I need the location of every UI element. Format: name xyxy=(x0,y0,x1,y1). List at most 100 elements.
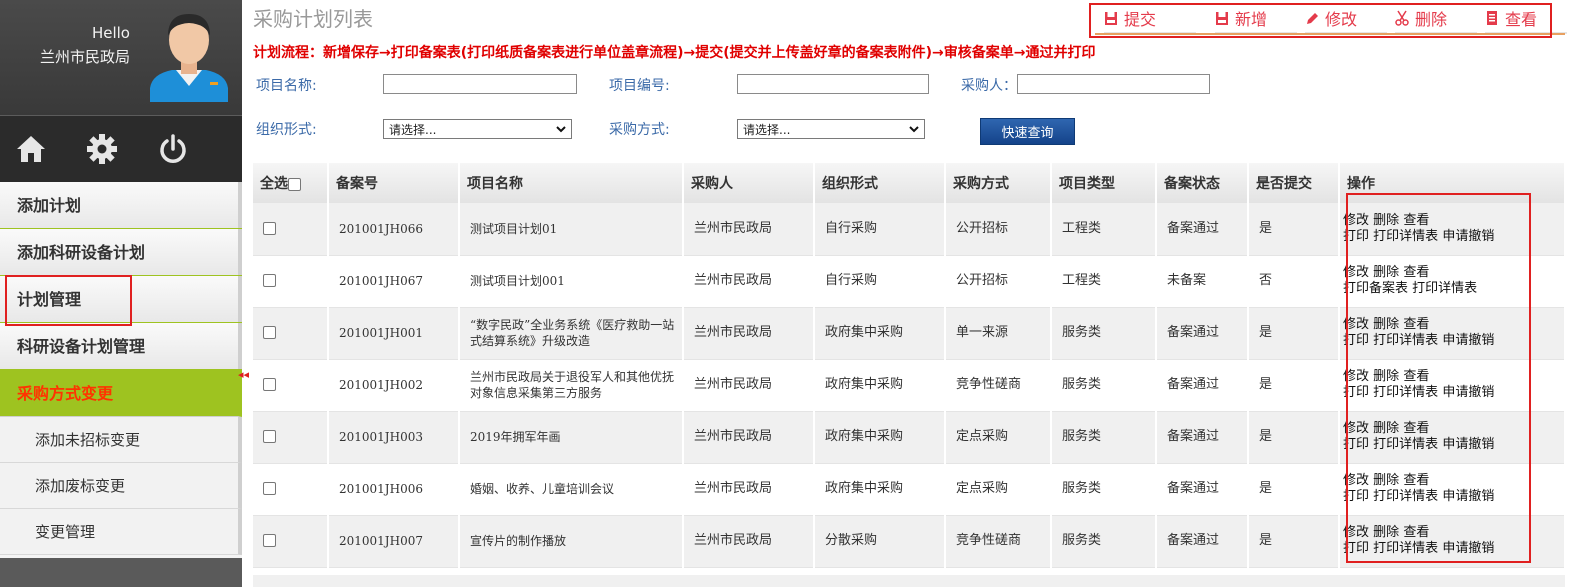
op-link[interactable]: 修改 xyxy=(1343,265,1369,280)
op-link[interactable]: 查看 xyxy=(1403,213,1429,228)
op-link[interactable]: 打印 xyxy=(1343,229,1369,244)
op-link[interactable]: 打印详情表 xyxy=(1373,385,1438,400)
op-link[interactable]: 打印详情表 xyxy=(1373,333,1438,348)
row-checkbox[interactable] xyxy=(263,430,276,443)
org-form-select[interactable]: 请选择... xyxy=(383,119,572,139)
sidebar-item-purchase-method-change[interactable]: 采购方式变更 xyxy=(0,370,242,417)
cell-submitted: 否 xyxy=(1248,255,1340,308)
settings-button[interactable] xyxy=(84,131,120,167)
sidebar: Hello 兰州市民政局 添加计划 添加科研设备计划 计划管理 科研设备计划管理… xyxy=(0,0,242,587)
op-link[interactable]: 修改 xyxy=(1343,369,1369,384)
header-purchase-method: 采购方式 xyxy=(945,163,1052,203)
op-link[interactable]: 删除 xyxy=(1373,317,1399,332)
sidebar-subitem-change-management[interactable]: 变更管理 xyxy=(0,509,242,555)
cell-purchase-method: 公开招标 xyxy=(945,255,1052,308)
sidebar-item-add-research-plan[interactable]: 添加科研设备计划 xyxy=(0,229,242,276)
op-link[interactable]: 修改 xyxy=(1343,213,1369,228)
cell-org-form: 政府集中采购 xyxy=(814,411,946,464)
purchase-method-select[interactable]: 请选择... xyxy=(737,119,925,139)
op-link[interactable]: 删除 xyxy=(1373,473,1399,488)
home-button[interactable] xyxy=(13,131,49,167)
op-link[interactable]: 申请撤销 xyxy=(1442,385,1494,400)
op-link[interactable]: 打印详情表 xyxy=(1373,437,1438,452)
table-next-row-partial xyxy=(253,575,1565,587)
cell-project-name: “数字民政”全业务系统《医疗救助一站式结算系统》升级改造 xyxy=(459,307,684,360)
op-link[interactable]: 打印 xyxy=(1343,385,1369,400)
edit-button[interactable]: 修改 xyxy=(1305,4,1387,34)
ops-line-2: 打印 打印详情表 申请撤销 xyxy=(1343,333,1564,349)
cell-org-form: 自行采购 xyxy=(814,203,946,256)
op-link[interactable]: 修改 xyxy=(1343,317,1369,332)
cell-submitted: 是 xyxy=(1248,359,1340,412)
op-link[interactable]: 查看 xyxy=(1403,473,1429,488)
cell-project-name: 测试项目计划001 xyxy=(459,255,684,308)
save-icon xyxy=(1105,12,1117,25)
op-link[interactable]: 申请撤销 xyxy=(1442,489,1494,504)
cell-project-name: 宣传片的制作播放 xyxy=(459,515,684,568)
quick-query-button[interactable]: 快速查询 xyxy=(980,118,1075,145)
op-link[interactable]: 删除 xyxy=(1373,369,1399,384)
add-button[interactable]: 新增 xyxy=(1215,4,1297,34)
sidebar-subitem-add-unbid-change[interactable]: 添加未招标变更 xyxy=(0,417,242,463)
logout-button[interactable] xyxy=(155,131,191,167)
op-link[interactable]: 申请撤销 xyxy=(1442,229,1494,244)
op-link[interactable]: 申请撤销 xyxy=(1442,333,1494,348)
submit-button[interactable]: 提交 xyxy=(1104,4,1196,34)
op-link[interactable]: 申请撤销 xyxy=(1442,541,1494,556)
cell-org-form: 自行采购 xyxy=(814,255,946,308)
main-content: 采购计划列表 提交 新增 修改 删除 查看 计划流程：新增保存→打印备案表(打印… xyxy=(249,0,1591,587)
cell-operations: 修改 删除 查看 打印备案表 打印详情表 xyxy=(1339,255,1566,308)
table-row: 201001JH007 宣传片的制作播放 兰州市民政局 分散采购 竞争性磋商 服务类 备案通… xyxy=(253,515,1566,568)
sidebar-subitem-add-failed-bid-change[interactable]: 添加废标变更 xyxy=(0,463,242,509)
sidebar-item-plan-management[interactable]: 计划管理 xyxy=(0,276,242,323)
op-link[interactable]: 删除 xyxy=(1373,421,1399,436)
op-link[interactable]: 打印 xyxy=(1343,333,1369,348)
sidebar-item-add-plan[interactable]: 添加计划 xyxy=(0,182,242,229)
op-link[interactable]: 删除 xyxy=(1373,213,1399,228)
row-checkbox[interactable] xyxy=(263,274,276,287)
collapse-sidebar-icon[interactable]: ◂◂ xyxy=(238,369,249,381)
view-button[interactable]: 查看 xyxy=(1485,4,1567,34)
ops-line-1: 修改 删除 查看 xyxy=(1343,265,1564,281)
op-link[interactable]: 申请撤销 xyxy=(1442,437,1494,452)
project-name-input[interactable] xyxy=(383,74,577,94)
save-icon xyxy=(1216,12,1228,25)
op-link[interactable]: 删除 xyxy=(1373,265,1399,280)
op-link[interactable]: 打印 xyxy=(1343,541,1369,556)
sidebar-item-research-plan-management[interactable]: 科研设备计划管理 xyxy=(0,323,242,370)
op-link[interactable]: 查看 xyxy=(1403,265,1429,280)
op-link[interactable]: 查看 xyxy=(1403,369,1429,384)
op-link[interactable]: 打印详情表 xyxy=(1412,281,1477,296)
cell-operations: 修改 删除 查看打印 打印详情表 申请撤销 xyxy=(1339,463,1566,516)
cell-operations: 修改 删除 查看打印 打印详情表 申请撤销 xyxy=(1339,411,1566,464)
row-checkbox[interactable] xyxy=(263,221,276,235)
op-link[interactable]: 查看 xyxy=(1403,421,1429,436)
purchaser-input[interactable] xyxy=(1017,74,1210,94)
op-link[interactable]: 修改 xyxy=(1343,421,1369,436)
op-link[interactable]: 修改 xyxy=(1343,473,1369,488)
row-checkbox[interactable] xyxy=(263,378,276,391)
delete-button[interactable]: 删除 xyxy=(1395,4,1477,34)
cell-filing-status: 备案通过 xyxy=(1156,307,1249,360)
select-all-checkbox[interactable] xyxy=(288,177,301,191)
row-checkbox[interactable] xyxy=(263,534,276,547)
ops-line-1: 修改 删除 查看 xyxy=(1343,213,1564,229)
op-link[interactable]: 打印 xyxy=(1343,437,1369,452)
ops-line-2: 打印 打印详情表 申请撤销 xyxy=(1343,229,1564,245)
op-link[interactable]: 查看 xyxy=(1403,525,1429,540)
cell-purchase-method: 定点采购 xyxy=(945,463,1052,516)
op-link[interactable]: 打印详情表 xyxy=(1373,229,1438,244)
op-link[interactable]: 打印 xyxy=(1343,489,1369,504)
op-link[interactable]: 打印详情表 xyxy=(1373,489,1438,504)
op-link[interactable]: 查看 xyxy=(1403,317,1429,332)
cell-filing-status: 备案通过 xyxy=(1156,359,1249,412)
op-link[interactable]: 删除 xyxy=(1373,525,1399,540)
op-link[interactable]: 打印备案表 xyxy=(1343,281,1408,296)
op-link[interactable]: 修改 xyxy=(1343,525,1369,540)
row-checkbox[interactable] xyxy=(263,482,276,495)
cell-purchaser: 兰州市民政局 xyxy=(683,463,815,516)
op-link[interactable]: 打印详情表 xyxy=(1373,541,1438,556)
project-code-input[interactable] xyxy=(737,74,929,94)
table-body: 201001JH066 测试项目计划01 兰州市民政局 自行采购 公开招标 工程类 备案通过… xyxy=(253,203,1566,568)
row-checkbox[interactable] xyxy=(263,326,276,339)
